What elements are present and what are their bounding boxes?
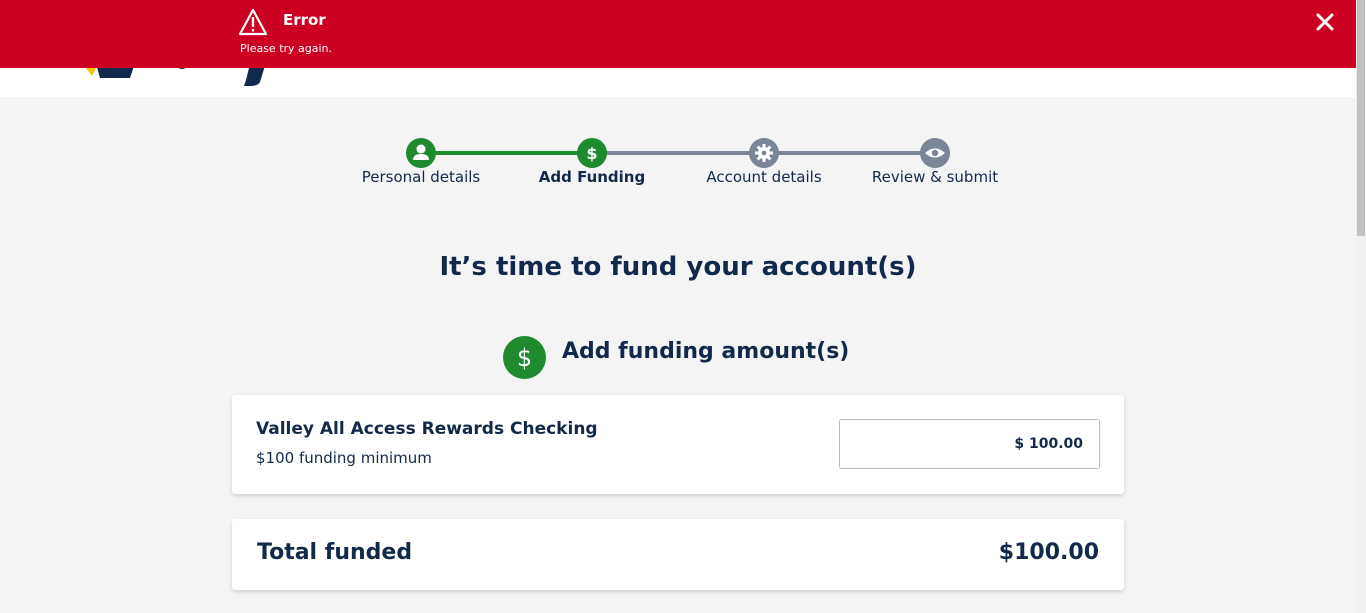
- scrollbar[interactable]: [1356, 0, 1366, 613]
- scrollbar-thumb[interactable]: [1357, 0, 1365, 236]
- svg-text:$: $: [517, 344, 532, 372]
- step-label-personal-details: Personal details: [361, 168, 481, 186]
- step-connector-complete: [436, 151, 578, 155]
- step-label-add-funding: Add Funding: [538, 168, 646, 186]
- total-label: Total funded: [257, 540, 413, 565]
- page-title: It’s time to fund your account(s): [439, 252, 917, 282]
- dollar-icon: $: [586, 144, 597, 163]
- progress-stepper: $ Personal details Add Funding Account d…: [0, 0, 1356, 200]
- section-title: Add funding amount(s): [562, 339, 850, 364]
- page: Error Please try again. $ Personal detai…: [0, 0, 1366, 613]
- dollar-icon: $: [517, 344, 532, 372]
- step-add-funding-circle: $: [577, 138, 607, 168]
- funding-amount-input[interactable]: [839, 419, 1100, 469]
- total-value: $100.00: [998, 540, 1099, 565]
- total-card: Total funded $100.00: [232, 519, 1124, 590]
- step-review-submit-circle: [920, 138, 950, 168]
- section-dollar-icon: $: [503, 336, 546, 379]
- user-icon: [413, 144, 429, 160]
- step-connector-upcoming: [778, 151, 921, 155]
- step-personal-details-circle: [406, 138, 436, 168]
- product-card: Valley All Access Rewards Checking $100 …: [232, 395, 1124, 494]
- step-label-account-details: Account details: [706, 168, 822, 186]
- svg-text:$: $: [586, 144, 597, 163]
- product-name: Valley All Access Rewards Checking: [256, 419, 598, 439]
- step-connector-upcoming: [606, 151, 750, 155]
- gear-icon: [755, 144, 773, 162]
- eye-icon: [925, 148, 945, 158]
- product-minimum: $100 funding minimum: [256, 449, 432, 467]
- step-account-details-circle: [749, 138, 779, 168]
- step-label-review-submit: Review & submit: [871, 168, 999, 186]
